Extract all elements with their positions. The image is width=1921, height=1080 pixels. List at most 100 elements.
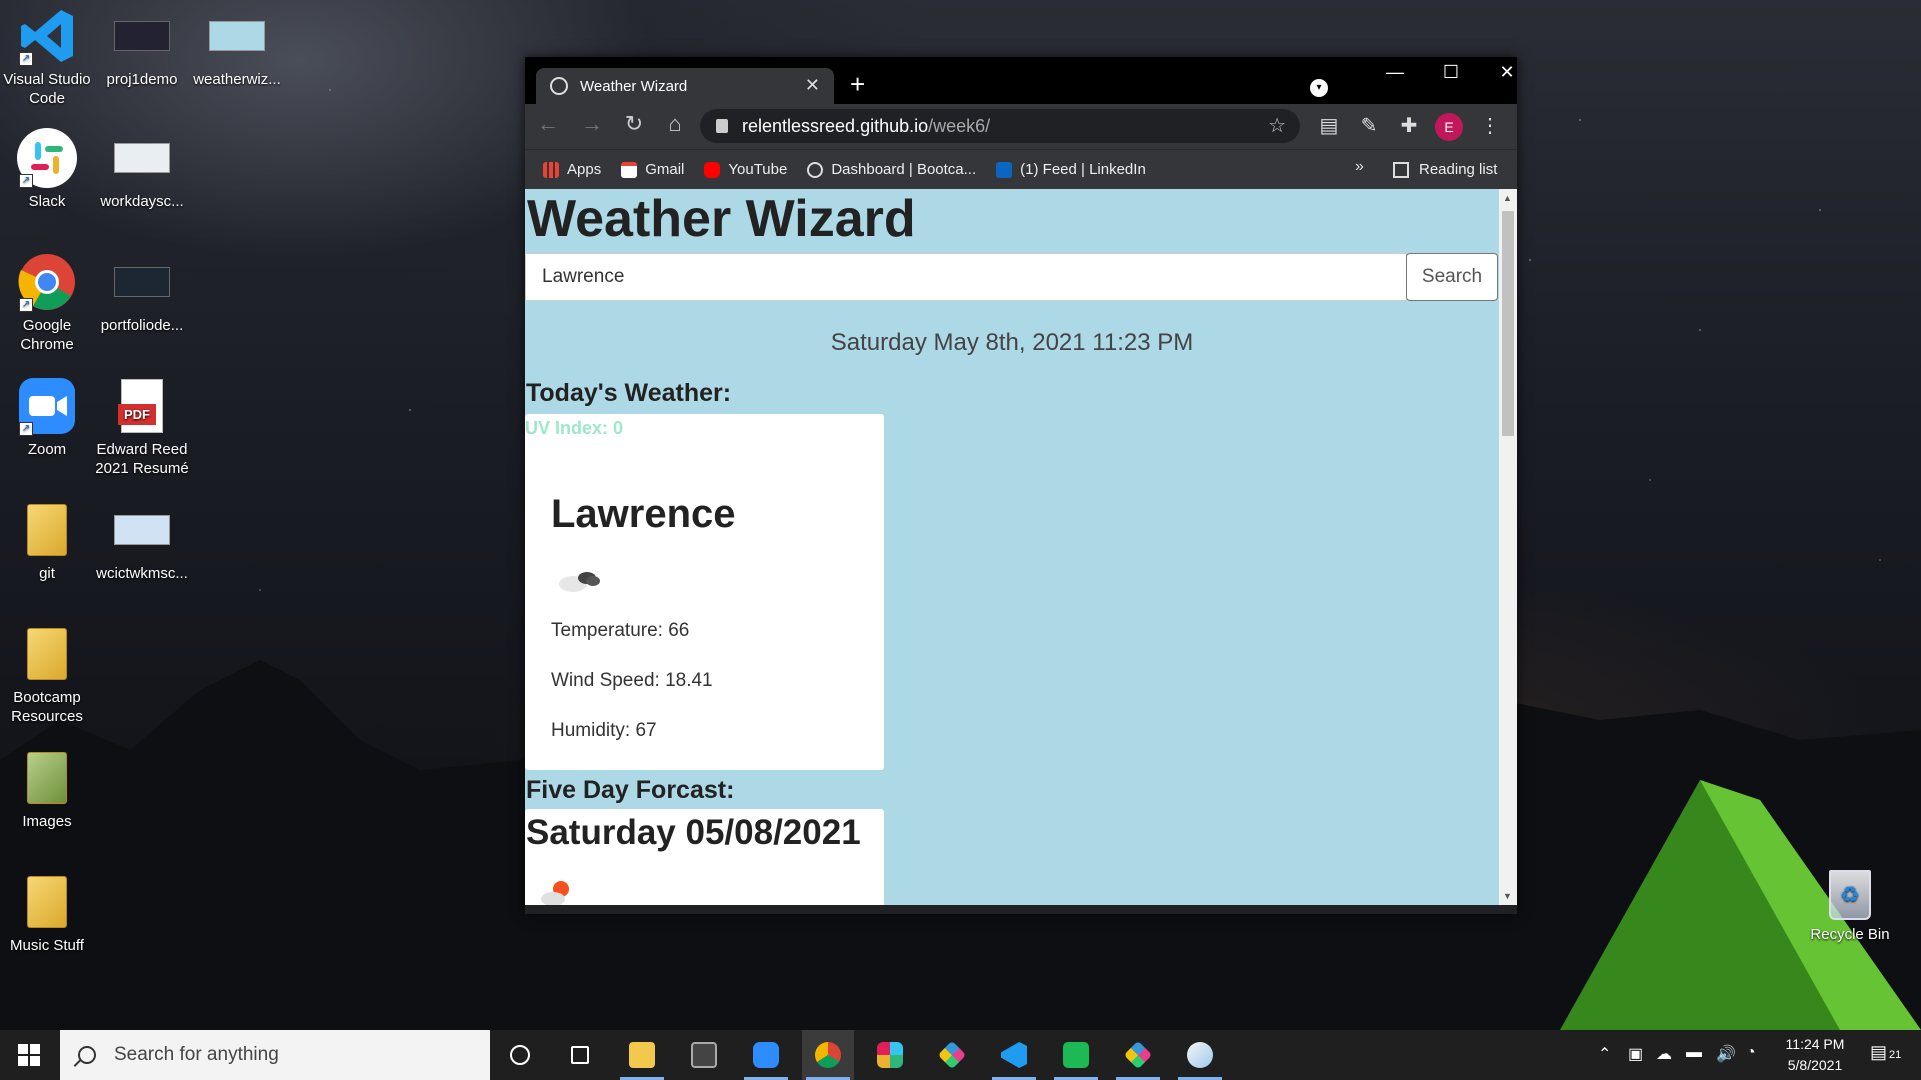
cloudy-weather-icon xyxy=(559,572,600,592)
forward-icon[interactable]: → xyxy=(577,111,607,137)
paint-icon[interactable] xyxy=(1174,1030,1226,1080)
profile-avatar[interactable]: E xyxy=(1435,113,1463,141)
vscode-icon: ↗ xyxy=(17,6,77,66)
forecast-heading: Five Day Forcast: xyxy=(526,776,735,804)
spotify-icon[interactable] xyxy=(1050,1030,1102,1080)
battery-icon[interactable]: ▬ xyxy=(1686,1044,1702,1062)
linkedin-icon xyxy=(996,161,1013,178)
forecast-card: Saturday 05/08/2021 xyxy=(525,809,884,905)
desktop-icon-recycle-bin[interactable]: Recycle Bin xyxy=(1800,870,1900,943)
youtube-icon xyxy=(704,161,721,178)
windows-start-icon[interactable] xyxy=(18,1044,40,1066)
desktop-icon-images[interactable]: Images xyxy=(0,748,94,831)
shortcut-arrow-icon: ↗ xyxy=(19,298,33,312)
desktop-icon-label: Google Chrome xyxy=(20,317,74,353)
desktop-icon-portfoliode[interactable]: portfoliode... xyxy=(95,252,189,335)
new-tab-button[interactable]: + xyxy=(850,69,865,100)
desktop-icon-workdaysc[interactable]: workdaysc... xyxy=(95,128,189,211)
reload-icon[interactable]: ↻ xyxy=(619,111,649,137)
desktop-icon-label: Visual Studio Code xyxy=(3,71,91,107)
bookmark-youtube[interactable]: YouTube xyxy=(704,161,787,178)
search-icon xyxy=(78,1046,96,1064)
task-view-icon[interactable] xyxy=(554,1030,606,1080)
taskbar-search[interactable]: Search for anything xyxy=(60,1030,490,1080)
desktop-icon-wcictwkmsc[interactable]: wcictwkmsc... xyxy=(95,500,189,583)
video-thumbnail-icon xyxy=(112,6,172,66)
chrome-icon[interactable] xyxy=(802,1030,854,1080)
pdf-icon: PDF xyxy=(112,376,172,436)
address-bar[interactable]: relentlessreed.github.io /week6/ ☆ xyxy=(700,109,1300,143)
shortcut-arrow-icon: ↗ xyxy=(19,52,33,66)
chrome-icon: ↗ xyxy=(17,252,77,312)
desktop-icon-music-stuff[interactable]: Music Stuff xyxy=(0,872,94,955)
desktop-icon-label: Bootcamp Resources xyxy=(11,689,83,725)
notifications-icon[interactable]: ▤ 21 xyxy=(1870,1042,1901,1063)
notification-count: 21 xyxy=(1889,1049,1902,1061)
globe-icon xyxy=(550,77,568,95)
taskbar-clock[interactable]: 11:24 PM 5/8/2021 xyxy=(1770,1034,1860,1076)
home-icon[interactable]: ⌂ xyxy=(660,111,690,137)
search-button[interactable]: Search xyxy=(1406,253,1498,301)
zoom-icon: ↗ xyxy=(17,376,77,436)
bookmark-star-icon[interactable]: ☆ xyxy=(1268,113,1286,138)
minimize-button[interactable]: — xyxy=(1375,62,1415,83)
bookmarks-overflow-button[interactable]: » xyxy=(1355,158,1364,176)
desktop-icon-chrome[interactable]: ↗ Google Chrome xyxy=(0,252,94,354)
city-search-input[interactable] xyxy=(525,253,1407,301)
desktop-icon-proj1demo[interactable]: proj1demo xyxy=(95,6,189,89)
desktop-icon-git[interactable]: git xyxy=(0,500,94,583)
menu-kebab-icon[interactable]: ⋮ xyxy=(1476,113,1504,138)
bookmark-gmail[interactable]: Gmail xyxy=(621,161,684,178)
reading-list-button[interactable]: Reading list xyxy=(1393,161,1497,178)
page-viewport: Weather Wizard Search Saturday May 8th, … xyxy=(525,189,1517,905)
volume-icon[interactable]: 🔊 xyxy=(1716,1044,1736,1064)
humidity-value: Humidity: 67 xyxy=(551,720,657,741)
cast-icon[interactable]: ▤ xyxy=(1315,113,1343,138)
back-icon[interactable]: ← xyxy=(533,111,563,137)
desktop-icon-bootcamp-resources[interactable]: Bootcamp Resources xyxy=(0,624,94,726)
recycle-bin-icon xyxy=(1829,870,1871,920)
scrollbar-thumb[interactable] xyxy=(1502,211,1514,436)
desktop-icon-slack[interactable]: ↗ Slack xyxy=(0,128,94,211)
extensions-puzzle-icon[interactable]: ✚ xyxy=(1395,113,1423,138)
onedrive-icon[interactable]: ☁ xyxy=(1656,1044,1672,1064)
scroll-down-icon[interactable]: ▼ xyxy=(1503,891,1512,901)
bookmark-dashboard[interactable]: Dashboard | Bootca... xyxy=(807,161,976,178)
meet-now-icon[interactable]: ▣ xyxy=(1628,1044,1643,1064)
slack-icon: ↗ xyxy=(17,128,77,188)
desktop-icon-label: git xyxy=(39,565,55,582)
image-thumbnail-icon xyxy=(207,6,267,66)
desktop-icon-weatherwiz[interactable]: weatherwiz... xyxy=(190,6,284,89)
bookmark-apps[interactable]: Apps xyxy=(543,161,601,178)
zoom-icon[interactable] xyxy=(740,1030,792,1080)
folder-icon xyxy=(17,748,77,808)
tab-weather-wizard[interactable]: Weather Wizard ✕ xyxy=(536,68,834,104)
tab-search-icon[interactable]: ▾ xyxy=(1310,79,1328,97)
close-window-button[interactable]: ✕ xyxy=(1487,62,1527,83)
show-hidden-icons[interactable]: ⌃ xyxy=(1598,1044,1611,1064)
city-name: Lawrence xyxy=(551,492,736,536)
cortana-icon[interactable] xyxy=(494,1030,546,1080)
gitkraken-icon[interactable] xyxy=(1112,1030,1164,1080)
tab-close-icon[interactable]: ✕ xyxy=(805,75,820,96)
bookmark-label: Dashboard | Bootca... xyxy=(831,161,977,178)
folder-icon xyxy=(17,500,77,560)
desktop-icon-resume-pdf[interactable]: PDF Edward Reed 2021 Resumé xyxy=(95,376,189,478)
desktop-icon-vscode[interactable]: ↗ Visual Studio Code xyxy=(0,6,94,108)
pen-extension-icon[interactable]: ✎ xyxy=(1355,113,1383,138)
scroll-up-icon[interactable]: ▲ xyxy=(1503,193,1512,203)
maximize-button[interactable]: ☐ xyxy=(1431,62,1471,83)
tab-title: Weather Wizard xyxy=(580,77,688,95)
vscode-icon[interactable] xyxy=(988,1030,1040,1080)
gitkraken-icon[interactable] xyxy=(926,1030,978,1080)
url-path: /week6/ xyxy=(928,115,991,136)
page-scrollbar[interactable]: ▲ ▼ xyxy=(1499,189,1517,905)
desktop-icon-zoom[interactable]: ↗ Zoom xyxy=(0,376,94,459)
file-explorer-icon[interactable] xyxy=(616,1030,668,1080)
wifi-icon[interactable]: ◔ xyxy=(1746,1044,1756,1062)
store-icon[interactable] xyxy=(678,1030,730,1080)
bookmark-label: Gmail xyxy=(645,161,685,178)
today-heading: Today's Weather: xyxy=(526,379,732,407)
slack-icon[interactable] xyxy=(864,1030,916,1080)
bookmark-linkedin[interactable]: (1) Feed | LinkedIn xyxy=(996,161,1146,178)
